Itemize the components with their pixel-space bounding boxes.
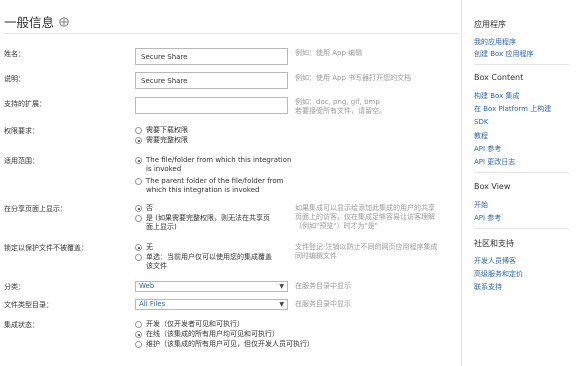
file-type-select[interactable]: All Files ▼: [135, 299, 288, 310]
status-dev-text: 开发（仅开发者可见和可执行）: [146, 320, 244, 328]
sidebar-link-api-reference[interactable]: API 参考: [474, 144, 501, 154]
file-type-help: 在服务目录中显示: [295, 300, 351, 308]
sidebar-heading-community: 社区和支持: [474, 239, 514, 248]
header-divider: [4, 33, 458, 34]
status-label: 集成状态：: [4, 321, 39, 329]
status-maint-text: 维护（该集成的所有用户可见，但仅开发人员可执行）: [146, 340, 314, 348]
sidebar-divider: [474, 228, 569, 229]
file-type-value: All Files: [139, 300, 166, 308]
shared-yes-radio[interactable]: [135, 215, 142, 222]
scope-parent-text-1: The parent folder of the file/folder fro…: [146, 177, 284, 185]
shared-yes-text-1: (如果需要完整权限，则无法在共享页: [155, 214, 270, 222]
sidebar-link-tutorials[interactable]: 教程: [474, 131, 488, 141]
file-type-label: 文件类型目录：: [4, 301, 53, 309]
extensions-input[interactable]: [135, 97, 288, 114]
sidebar-divider: [474, 172, 569, 173]
chevron-down-icon[interactable]: ▼: [279, 282, 284, 291]
lock-single-option[interactable]: 单选：当前用户仅可以使用您的集成覆盖 该文件: [135, 253, 272, 271]
shared-yes-text-2: 面上显示): [146, 223, 177, 231]
sidebar-heading-content: Box Content: [474, 73, 524, 82]
sidebar-heading-apps: 应用程序: [474, 20, 506, 29]
scope-parent-radio[interactable]: [135, 178, 142, 185]
name-label: 姓名：: [4, 50, 25, 58]
sidebar-link-create-app[interactable]: 创建 Box 应用程序: [474, 49, 533, 59]
category-value: Web: [139, 282, 155, 290]
chevron-down-icon[interactable]: ▼: [279, 300, 284, 309]
shared-help-3: （例如"预览"）时才为"是": [295, 222, 378, 230]
sidebar-link-my-apps[interactable]: 我的应用程序: [474, 37, 516, 47]
lock-label: 锁定以保护文件不被覆盖：: [4, 244, 88, 252]
sidebar-heading-view: Box View: [474, 182, 511, 191]
scope-current-option[interactable]: The file/folder from which this integrat…: [135, 156, 291, 174]
category-select[interactable]: Web ▼: [135, 281, 288, 292]
permission-download-option[interactable]: 需要下载权限: [135, 126, 188, 135]
name-input[interactable]: [135, 48, 288, 65]
scope-current-text-2: is invoked: [146, 165, 182, 173]
shared-help-1: 如果集成可以显示给添加此集成的用户的共享: [295, 204, 435, 212]
shared-yes-prefix: 是: [146, 214, 153, 222]
scope-current-text-1: The file/folder from which this integrat…: [146, 156, 292, 164]
permissions-label: 权限要求：: [4, 127, 39, 135]
page-title: 一般信息: [4, 15, 55, 30]
lock-help-1: 文件登记-注销以防止不同的网页应用程序集成: [295, 243, 438, 251]
extensions-label: 支持的扩展：: [4, 100, 46, 108]
sidebar-link-premium-services[interactable]: 高级服务和定价: [474, 269, 523, 279]
shared-no-option[interactable]: 否: [135, 204, 153, 213]
lock-none-text: 无: [146, 243, 153, 251]
extensions-help-1: 例如：doc, png, gif, bmp: [295, 98, 380, 106]
scope-current-radio[interactable]: [135, 157, 142, 164]
page-header: 一般信息: [4, 12, 69, 31]
status-dev-radio[interactable]: [135, 321, 142, 328]
shared-no-radio[interactable]: [135, 205, 142, 212]
lock-single-text-1: 单选：当前用户仅可以使用您的集成覆盖: [146, 253, 272, 261]
permission-full-text: 需要完整权限: [146, 136, 188, 144]
status-dev-option[interactable]: 开发（仅开发者可见和可执行）: [135, 320, 244, 329]
main-content: 一般信息 姓名： 例如：使用 App 编辑 说明： 例如：使用 App 书写器打…: [0, 0, 462, 366]
sidebar-divider: [474, 64, 569, 65]
shared-yes-option[interactable]: 是 (如果需要完整权限，则无法在共享页 面上显示): [135, 214, 270, 232]
status-maint-option[interactable]: 维护（该集成的所有用户可见，但仅开发人员可执行）: [135, 340, 314, 349]
sidebar-link-view-api-reference[interactable]: API 参考: [474, 213, 501, 223]
status-maint-radio[interactable]: [135, 341, 142, 348]
lock-none-option[interactable]: 无: [135, 243, 153, 252]
lock-none-radio[interactable]: [135, 244, 142, 251]
lock-single-radio[interactable]: [135, 254, 142, 261]
permission-download-text: 需要下载权限: [146, 126, 188, 134]
description-label: 说明：: [4, 75, 25, 83]
description-input[interactable]: [135, 72, 288, 89]
shared-page-label: 在分享页面上显示：: [4, 205, 67, 213]
scope-parent-option[interactable]: The parent folder of the file/folder fro…: [135, 177, 284, 195]
sidebar-link-build-integration[interactable]: 构建 Box 集成: [474, 91, 519, 101]
sidebar-link-api-changelog[interactable]: API 更改日志: [474, 157, 515, 167]
extensions-help-2: 若要接受所有文件，请留空。: [295, 107, 386, 115]
status-live-radio[interactable]: [135, 331, 142, 338]
permission-full-radio[interactable]: [135, 137, 142, 144]
sidebar-link-getting-started[interactable]: 开始: [474, 200, 488, 210]
lock-single-text-2: 该文件: [146, 262, 167, 270]
status-live-text: 在线（该集成的所有用户均可见和可执行）: [146, 330, 279, 338]
scope-label: 适用范围：: [4, 157, 39, 165]
sidebar-link-build-platform[interactable]: 在 Box Platform 上构建: [474, 104, 551, 114]
shared-help-2: 页面上的访客，仅在集成足够容易让访客理解: [295, 213, 435, 221]
permission-full-option[interactable]: 需要完整权限: [135, 136, 188, 145]
lock-help-2: 同时编辑文件: [295, 252, 337, 260]
move-icon[interactable]: [59, 16, 69, 27]
name-help: 例如：使用 App 编辑: [295, 49, 363, 57]
scope-parent-text-2: which this integration is invoked: [146, 186, 260, 194]
sidebar-link-contact-support[interactable]: 联系支持: [474, 282, 502, 292]
description-help: 例如：使用 App 书写器打开您的文档: [295, 74, 412, 82]
shared-no-text: 否: [146, 204, 153, 212]
category-label: 分类：: [4, 283, 25, 291]
sidebar-link-dev-blog[interactable]: 开发人员博客: [474, 256, 516, 266]
sidebar-link-sdk[interactable]: SDK: [474, 118, 488, 126]
permission-download-radio[interactable]: [135, 127, 142, 134]
status-live-option[interactable]: 在线（该集成的所有用户均可见和可执行）: [135, 330, 279, 339]
category-help: 在服务目录中显示: [295, 282, 351, 290]
